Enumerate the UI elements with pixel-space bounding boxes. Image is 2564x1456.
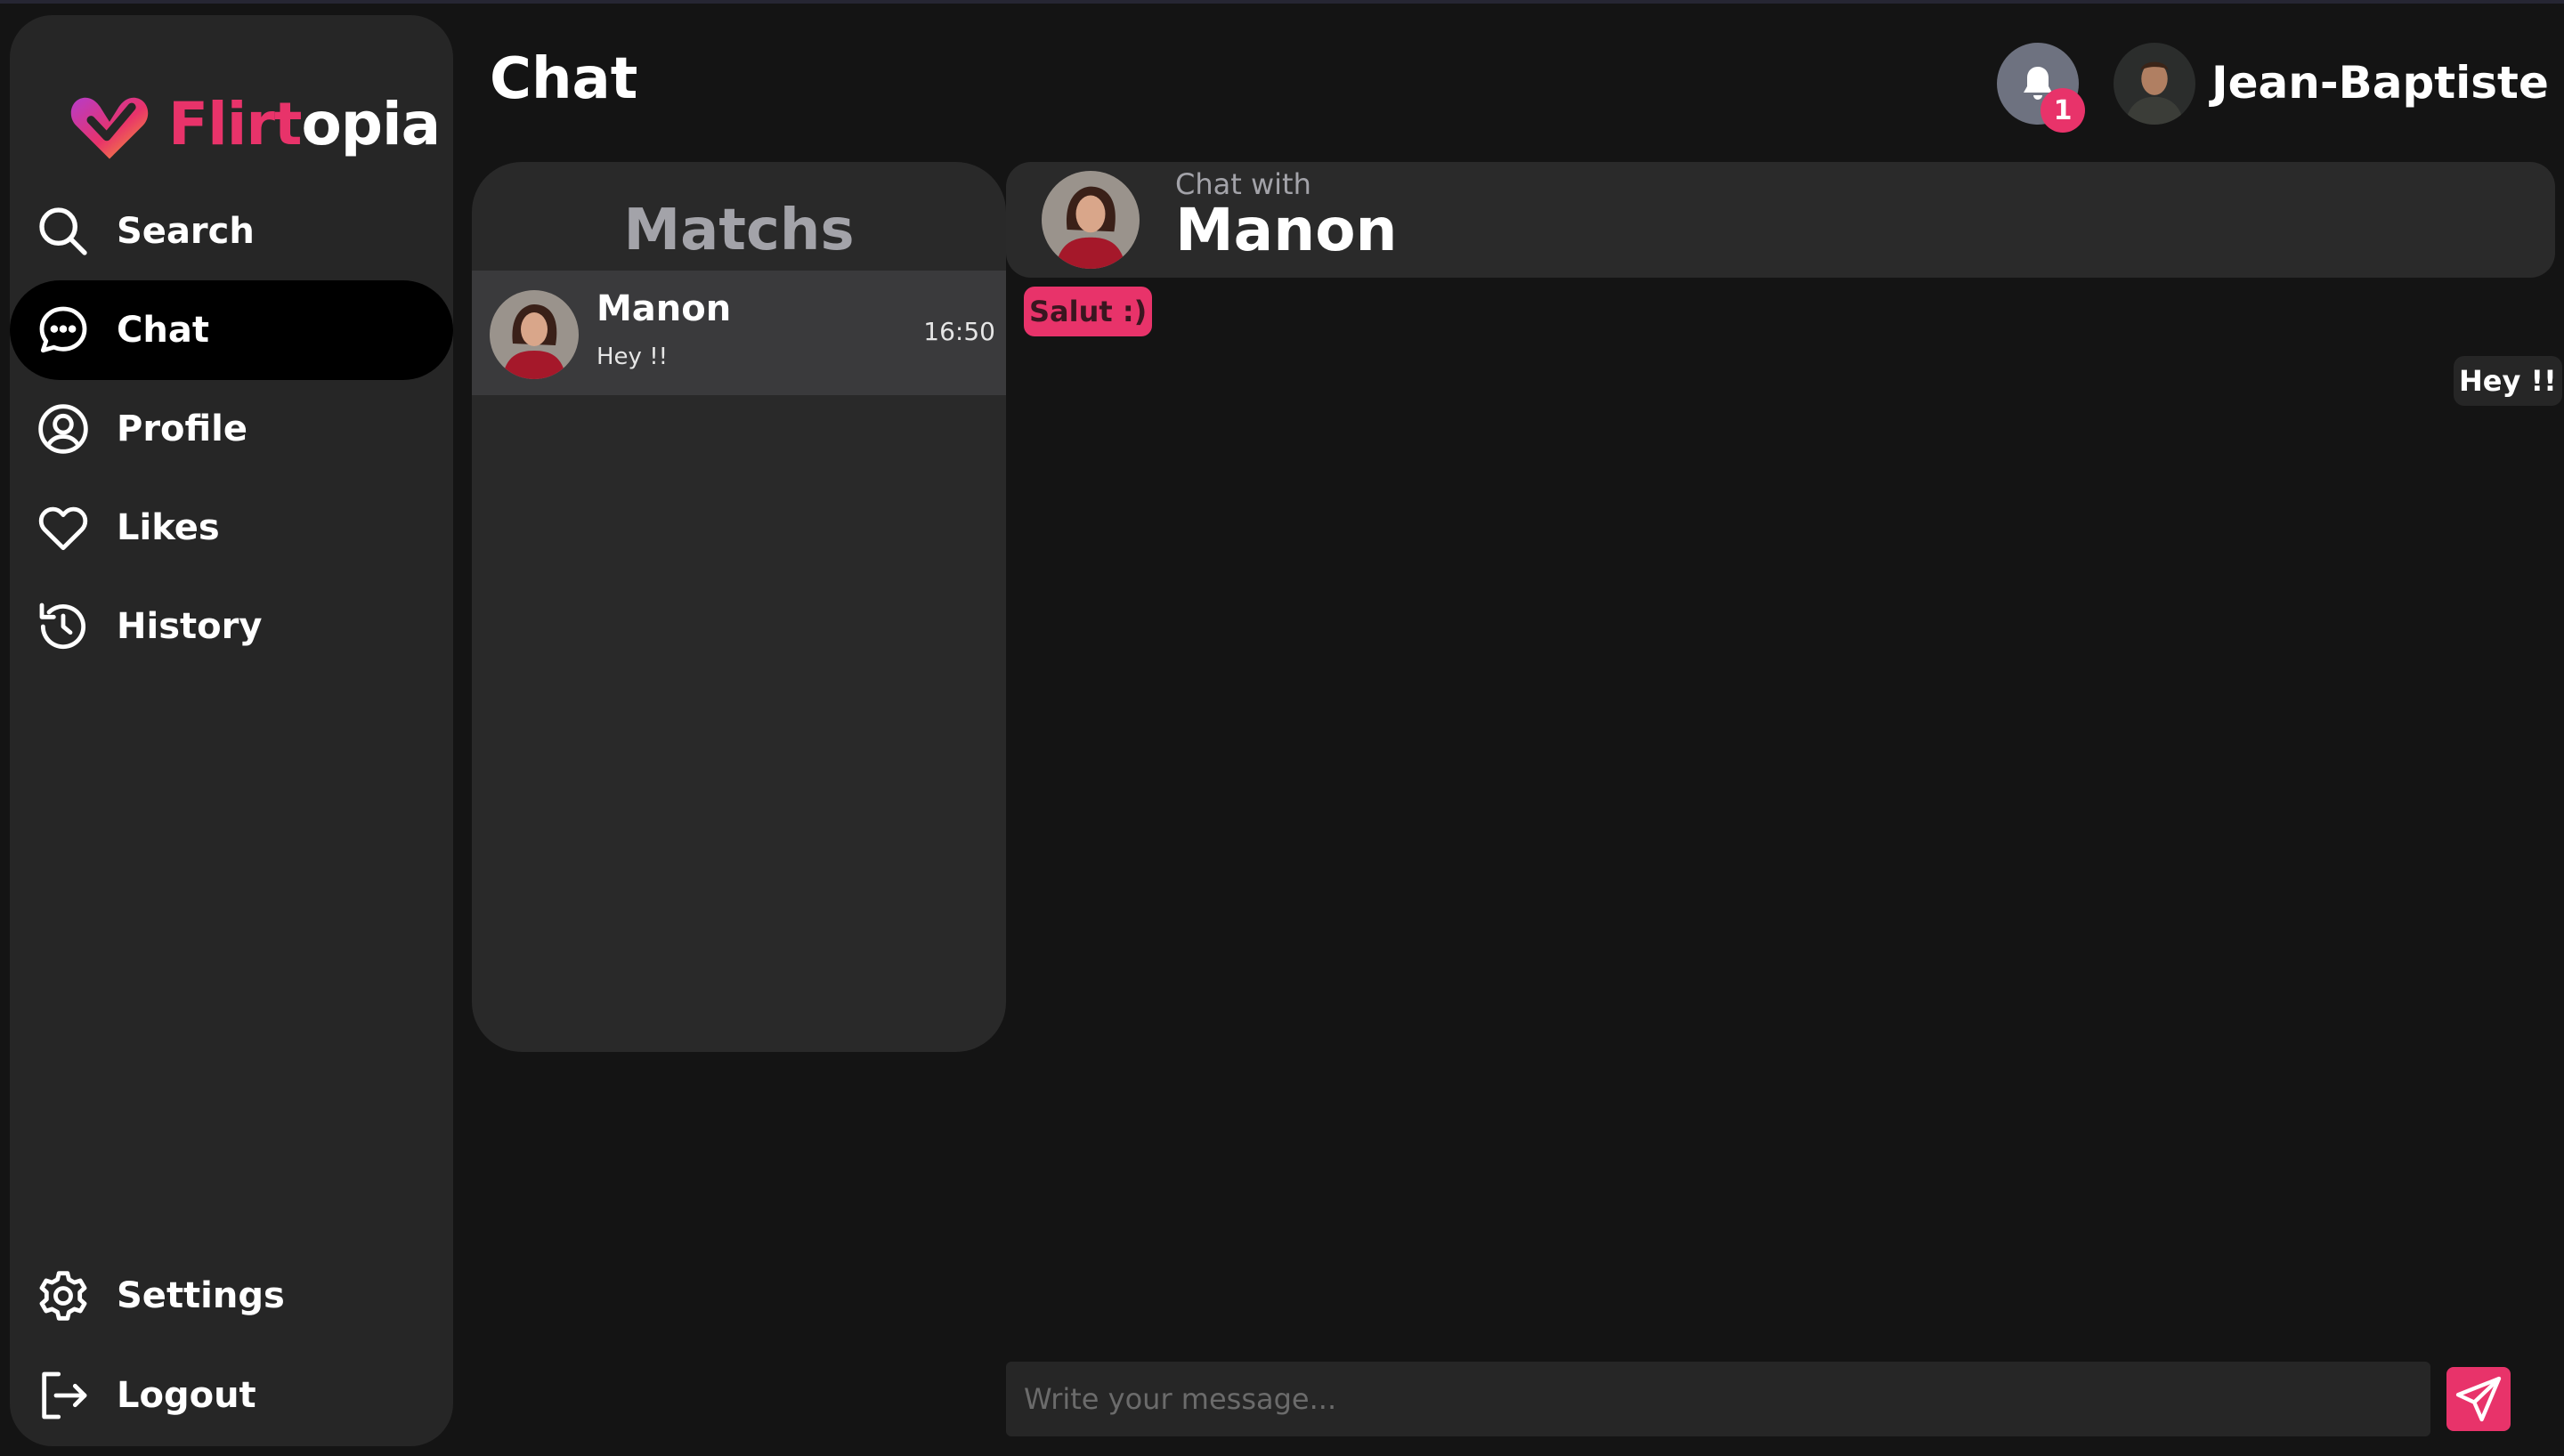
- search-icon: [39, 207, 87, 255]
- chat-avatar[interactable]: [1042, 171, 1140, 269]
- gear-icon: [39, 1271, 87, 1321]
- sidebar-item-label: Logout: [117, 1375, 256, 1416]
- sidebar-item-search[interactable]: Search: [10, 182, 453, 281]
- app-name: Flirtopia: [168, 89, 441, 158]
- match-time: 16:50: [923, 317, 995, 346]
- matches-title: Matchs: [623, 198, 855, 263]
- message-input[interactable]: [1006, 1362, 2430, 1436]
- message-received: Salut :): [1024, 287, 1153, 336]
- app-logo[interactable]: Flirtopia: [63, 77, 441, 170]
- chat-avatar-image: [1042, 171, 1140, 269]
- match-last-message: Hey !!: [596, 344, 669, 370]
- sidebar-item-label: Chat: [117, 310, 209, 351]
- chat-header: Chat with Manon: [1006, 162, 2555, 278]
- chat-partner-name: Manon: [1175, 196, 1398, 264]
- sidebar-item-label: History: [117, 606, 263, 647]
- match-item[interactable]: Manon 16:50 Hey !!: [472, 271, 1006, 395]
- logout-icon: [42, 1371, 87, 1420]
- sidebar-item-label: Settings: [117, 1275, 285, 1316]
- match-avatar: [490, 290, 579, 379]
- user-circle-icon: [38, 404, 88, 454]
- sidebar-item-label: Search: [117, 211, 255, 252]
- chat-icon: [39, 306, 87, 353]
- app-name-part2: opia: [301, 89, 441, 158]
- send-icon: [2455, 1376, 2502, 1422]
- sidebar: Flirtopia Search Chat Profile Likes Hist…: [10, 15, 453, 1446]
- sidebar-item-history[interactable]: History: [10, 577, 453, 676]
- send-button[interactable]: [2446, 1367, 2511, 1431]
- user-name[interactable]: Jean-Baptiste: [2211, 57, 2549, 109]
- logo-heart-icon: [70, 97, 149, 159]
- window-top-border: [0, 0, 2564, 4]
- sidebar-item-likes[interactable]: Likes: [10, 478, 453, 578]
- match-avatar-image: [490, 290, 579, 379]
- sidebar-item-settings[interactable]: Settings: [10, 1246, 453, 1346]
- user-avatar-image: [2114, 43, 2195, 125]
- matches-panel: Matchs Manon 16:50 Hey !!: [472, 162, 1006, 1052]
- history-icon: [39, 603, 86, 650]
- match-name: Manon: [596, 288, 732, 329]
- sidebar-item-chat[interactable]: Chat: [10, 280, 453, 380]
- sidebar-item-label: Profile: [117, 408, 248, 449]
- page-title: Chat: [490, 46, 638, 112]
- notification-badge: 1: [2041, 88, 2085, 133]
- sidebar-item-logout[interactable]: Logout: [10, 1346, 453, 1445]
- heart-icon: [38, 506, 88, 551]
- user-avatar[interactable]: [2114, 43, 2195, 125]
- sidebar-item-profile[interactable]: Profile: [10, 379, 453, 479]
- message-sent: Hey !!: [2454, 356, 2562, 406]
- app-name-part1: Flirt: [168, 89, 302, 158]
- sidebar-item-label: Likes: [117, 507, 220, 548]
